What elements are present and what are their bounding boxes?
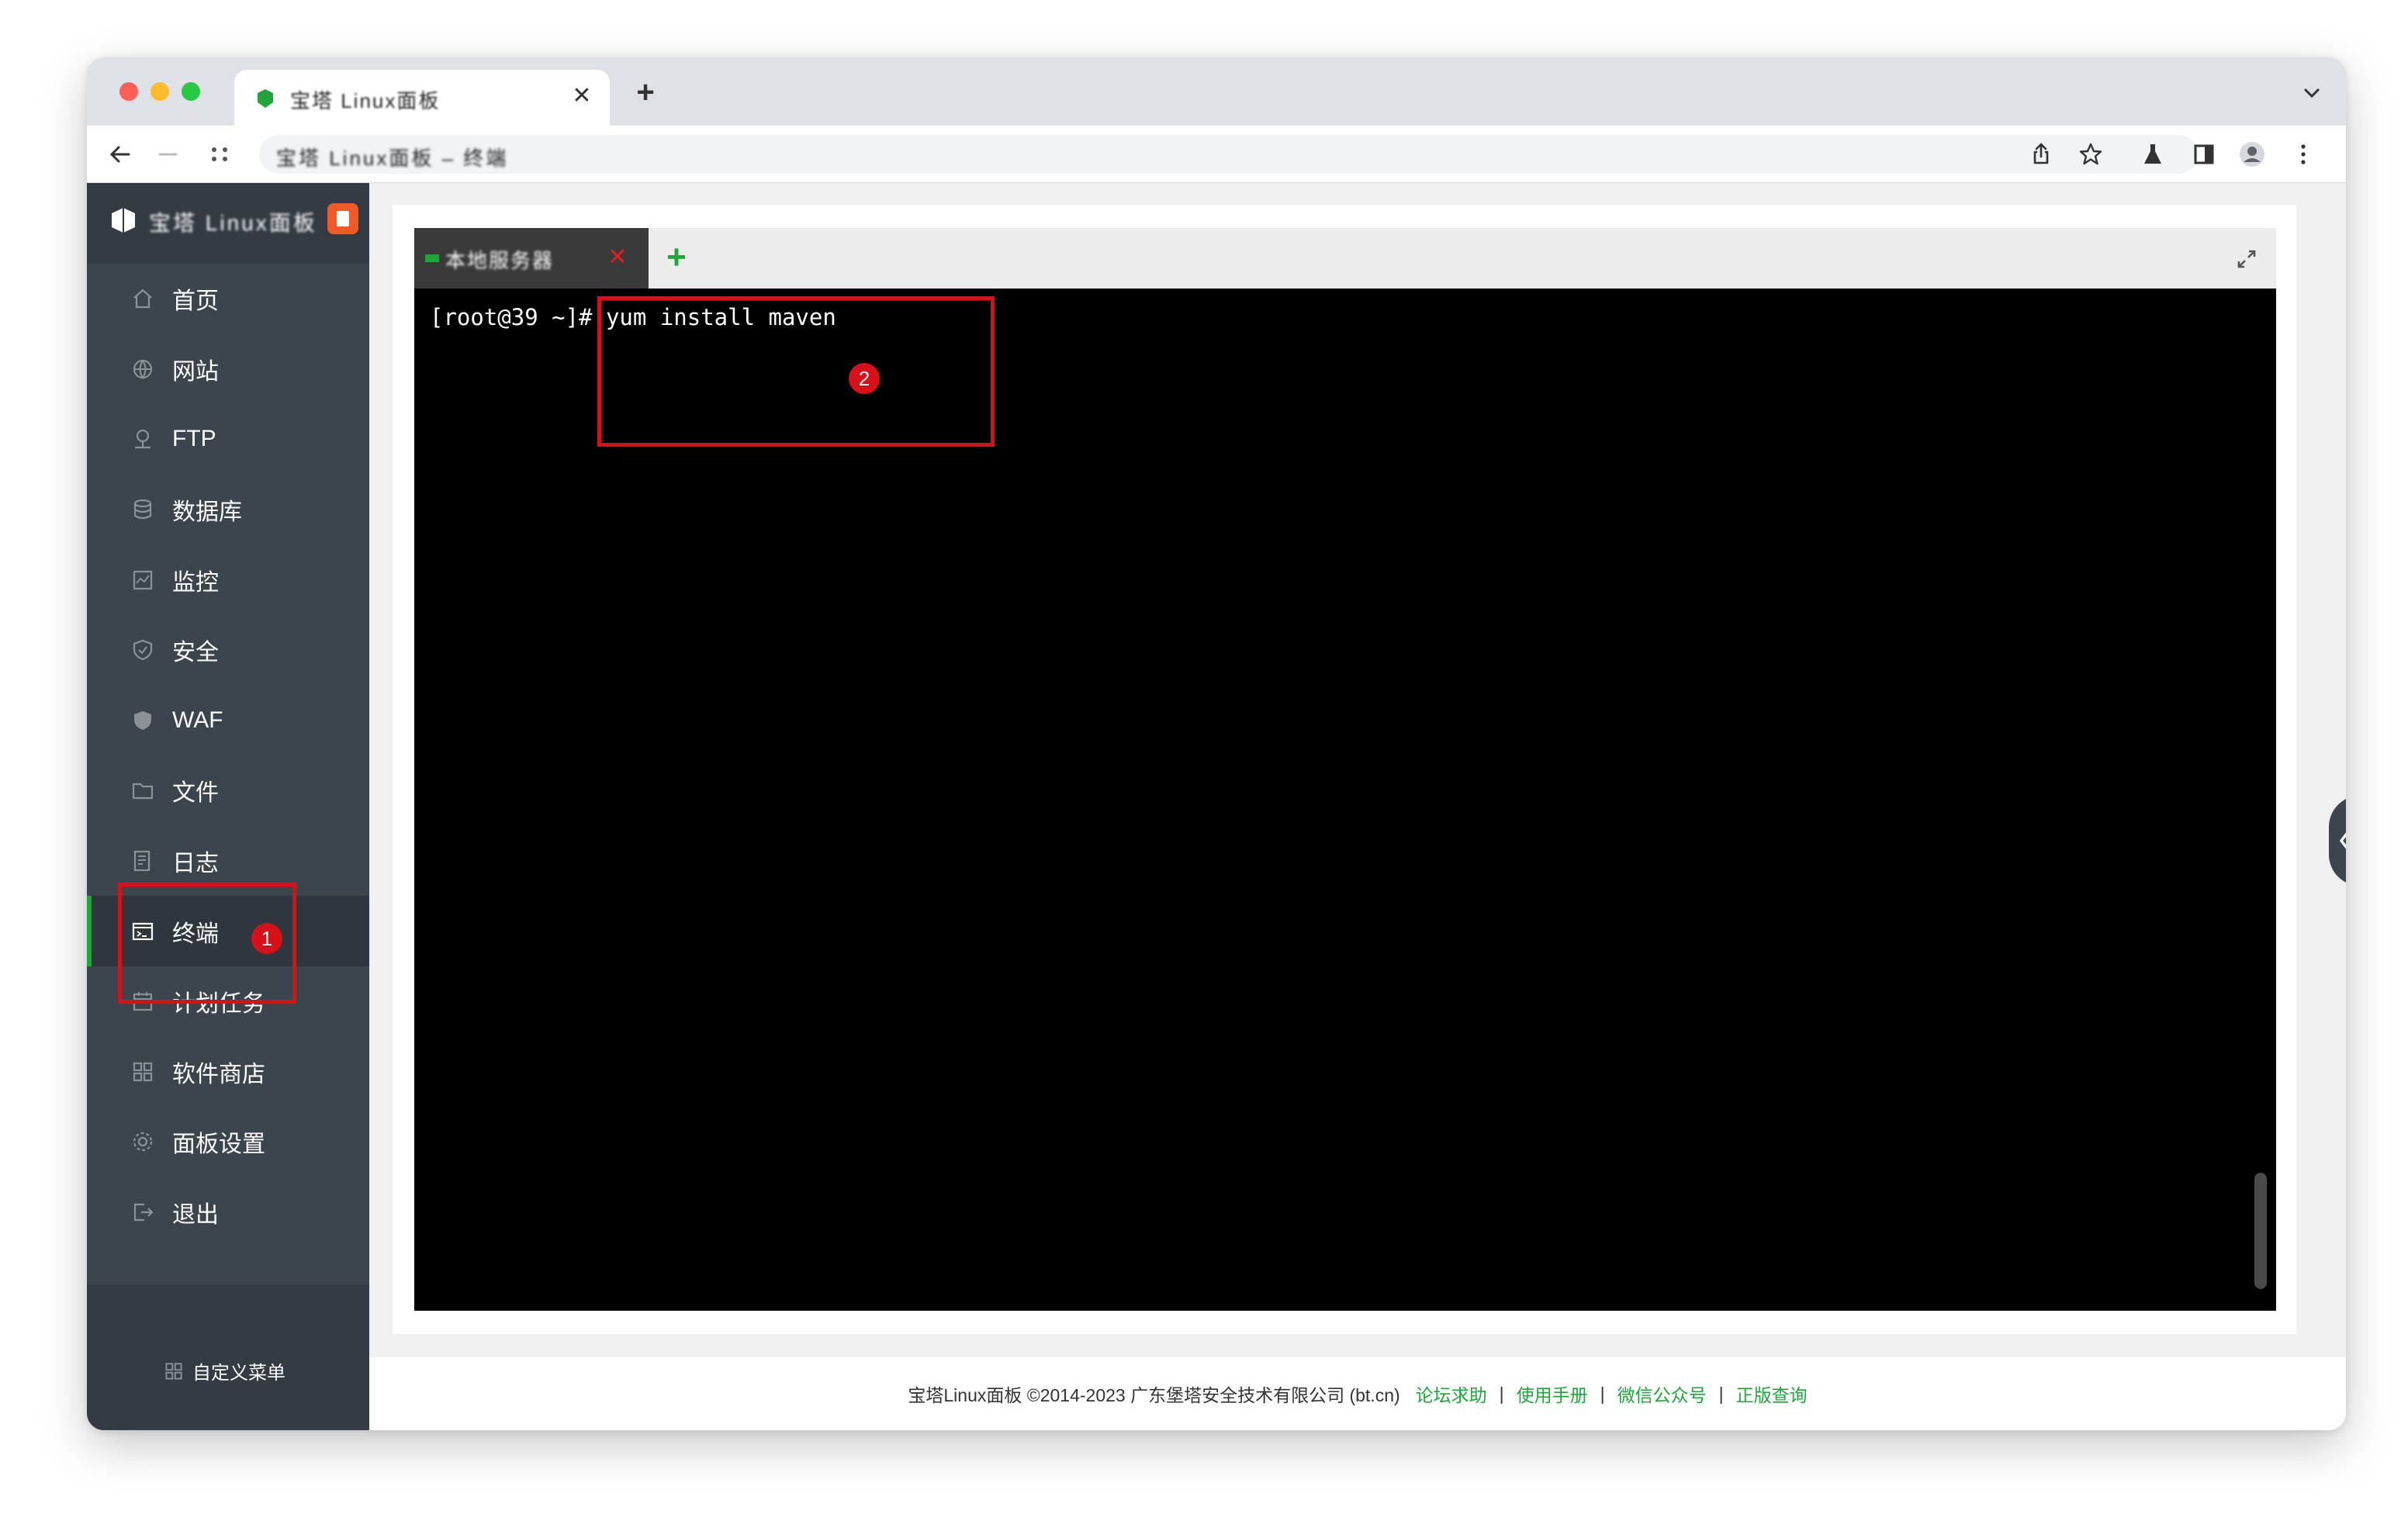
grid-icon — [165, 1362, 182, 1380]
footer-separator: | — [1718, 1383, 1724, 1404]
shield-icon — [133, 640, 153, 661]
sidebar-item-database[interactable]: 数据库 — [87, 475, 369, 545]
footer-separator: | — [1499, 1383, 1504, 1404]
sidebar-item-label: 文件 — [172, 780, 219, 807]
sidebar-item-label: 软件商店 — [172, 1061, 265, 1087]
terminal-scrollbar[interactable] — [2254, 304, 2267, 1289]
sidebar-item-ftp[interactable]: FTP — [87, 404, 369, 475]
terminal-tab-bar: 本地服务器 ✕ + — [414, 228, 2276, 289]
new-tab-button[interactable]: + — [630, 77, 661, 109]
session-status-indicator — [425, 254, 439, 262]
grid-icon — [133, 1062, 153, 1081]
terminal-prompt: [root@39 ~]# — [430, 304, 593, 330]
sidebar-item-panel-settings[interactable]: 面板设置 — [87, 1107, 369, 1177]
address-bar-text: 宝塔 Linux面板 – 终端 — [276, 147, 509, 170]
share-icon[interactable] — [2026, 140, 2056, 169]
logout-icon — [133, 1203, 154, 1222]
custom-menu-button[interactable]: 自定义菜单 — [163, 1357, 285, 1384]
database-icon — [133, 499, 152, 520]
sidebar-item-logout[interactable]: 退出 — [87, 1177, 369, 1248]
chevron-left-icon — [2339, 832, 2346, 849]
tab-close-icon[interactable]: ✕ — [568, 82, 596, 110]
window-zoom-button[interactable] — [182, 82, 200, 101]
browser-tab-title: 宝塔 Linux面板 — [290, 89, 441, 112]
address-bar[interactable]: 宝塔 Linux面板 – 终端 — [259, 135, 2199, 174]
window-close-button[interactable] — [119, 82, 138, 101]
sidebar-item-label: 数据库 — [172, 499, 242, 526]
footer-copyright: 宝塔Linux面板 ©2014-2023 广东堡塔安全技术有限公司 (bt.cn… — [908, 1385, 1400, 1405]
sidebar-item-label: 面板设置 — [172, 1132, 265, 1158]
globe-icon — [133, 359, 153, 379]
annotation-badge-step2: 2 — [849, 363, 880, 394]
browser-tab[interactable]: 宝塔 Linux面板 ✕ — [234, 70, 610, 126]
sidebar-item-label: 日志 — [172, 851, 219, 877]
sidebar-footer: 自定义菜单 — [87, 1284, 369, 1430]
footer-link-forum[interactable]: 论坛求助 — [1416, 1381, 1487, 1407]
sidebar-item-label: 网站 — [172, 358, 219, 385]
sidebar-item-security[interactable]: 安全 — [87, 615, 369, 686]
annotation-box-step2 — [597, 296, 995, 447]
close-session-icon[interactable]: ✕ — [607, 246, 628, 269]
terminal-session-name: 本地服务器 — [445, 249, 555, 272]
gear-icon — [133, 1132, 153, 1152]
window-minimize-button[interactable] — [150, 82, 169, 101]
sidebar-item-label: 监控 — [172, 569, 219, 596]
sidebar-item-waf[interactable]: WAF — [87, 686, 369, 756]
sidebar-item-home[interactable]: 首页 — [87, 264, 369, 334]
sidebar-nav: 首页 网站 FTP 数据库 监控 安全 WAF 文件 日志 终端 计划任务 软件… — [87, 264, 369, 1247]
profile-avatar-icon[interactable] — [2237, 140, 2267, 169]
footer-link-manual[interactable]: 使用手册 — [1517, 1381, 1588, 1407]
log-icon — [133, 850, 150, 872]
terminal-scrollbar-thumb[interactable] — [2254, 1173, 2267, 1289]
bt-favicon-icon — [258, 89, 273, 108]
bt-logo-icon — [112, 208, 135, 233]
brand-title: 宝塔 Linux面板 — [149, 211, 317, 235]
labs-flask-icon[interactable] — [2138, 140, 2168, 169]
side-panel-icon[interactable] — [2189, 140, 2219, 169]
folder-icon — [132, 783, 154, 800]
browser-menu-icon[interactable] — [2289, 140, 2318, 169]
collapse-panel-button[interactable] — [2329, 796, 2346, 886]
brand-header: 宝塔 Linux面板 — [87, 183, 369, 264]
annotation-badge-step1: 1 — [251, 923, 282, 954]
waf-icon — [134, 710, 151, 730]
footer-link-license[interactable]: 正版查询 — [1736, 1381, 1808, 1407]
terminal-session-tab[interactable]: 本地服务器 ✕ — [414, 228, 649, 289]
sidebar-item-monitor[interactable]: 监控 — [87, 544, 369, 615]
sidebar-item-label: 安全 — [172, 640, 219, 666]
bookmark-star-icon[interactable] — [2076, 140, 2105, 169]
sidebar-item-label: WAF — [172, 707, 223, 733]
browser-tab-strip: 宝塔 Linux面板 ✕ + — [87, 57, 2346, 126]
fullscreen-icon[interactable] — [2234, 247, 2259, 271]
browser-toolbar: 宝塔 Linux面板 – 终端 — [87, 126, 2346, 183]
browser-window: 宝塔 Linux面板 ✕ + 宝塔 Linux面板 – 终端 宝塔 Linux面… — [87, 57, 2346, 1430]
site-info-icon[interactable] — [205, 140, 234, 169]
tab-search-chevron-icon[interactable] — [2298, 79, 2326, 107]
custom-menu-label: 自定义菜单 — [192, 1363, 285, 1384]
sidebar-item-label: 首页 — [172, 289, 219, 315]
sidebar-item-label: 退出 — [172, 1202, 219, 1229]
forward-arrow-icon[interactable] — [154, 140, 183, 169]
home-icon — [133, 289, 152, 309]
page-footer: 宝塔Linux面板 ©2014-2023 广东堡塔安全技术有限公司 (bt.cn… — [369, 1357, 2346, 1430]
back-arrow-icon[interactable] — [106, 140, 135, 169]
notification-badge-icon[interactable] — [327, 203, 358, 234]
ftp-icon — [135, 430, 150, 449]
sidebar-item-app-store[interactable]: 软件商店 — [87, 1037, 369, 1108]
monitor-icon — [133, 570, 153, 589]
footer-separator: | — [1600, 1383, 1605, 1404]
sidebar-item-website[interactable]: 网站 — [87, 334, 369, 405]
footer-link-wechat[interactable]: 微信公众号 — [1617, 1381, 1707, 1407]
add-session-button[interactable]: + — [661, 240, 692, 275]
sidebar-item-files[interactable]: 文件 — [87, 755, 369, 826]
sidebar: 宝塔 Linux面板 首页 网站 FTP 数据库 监控 安全 WAF 文件 日志… — [87, 183, 369, 1430]
sidebar-item-label: FTP — [172, 426, 216, 452]
